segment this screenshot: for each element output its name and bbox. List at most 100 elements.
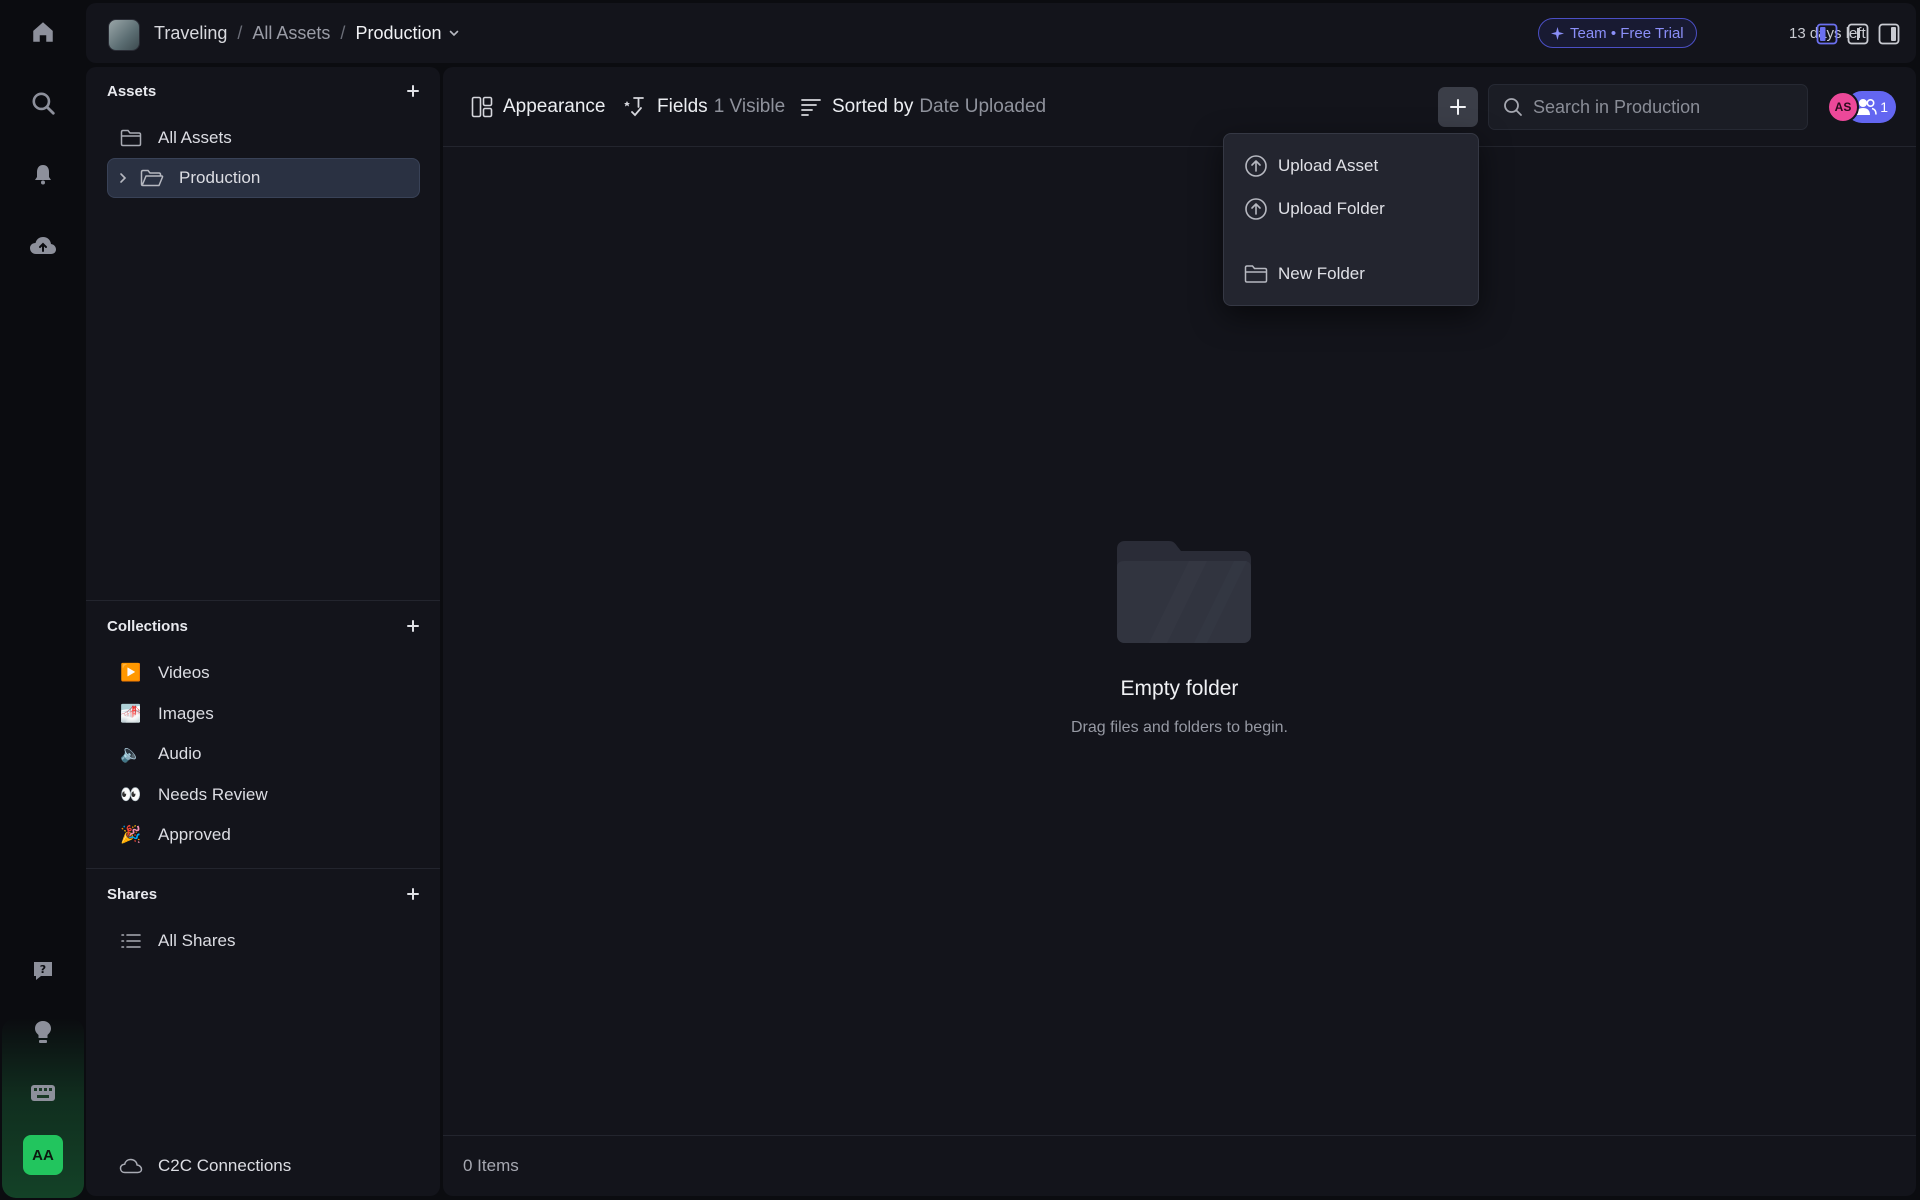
sidebar-item-label: Needs Review <box>158 785 268 804</box>
keyboard-icon[interactable] <box>23 1073 63 1113</box>
empty-state-subtitle: Drag files and folders to begin. <box>1070 719 1288 736</box>
sidebar-item-production[interactable]: Production <box>107 158 420 198</box>
fields-icon <box>624 97 644 117</box>
sidebar-item-videos[interactable]: ▶️ Videos <box>107 653 420 693</box>
sidebar-item-c2c-connections[interactable]: C2C Connections <box>107 1146 420 1186</box>
upload-circle-icon <box>1245 155 1267 177</box>
sidebar-item-label: Audio <box>158 744 202 763</box>
layout-left-panel-icon[interactable] <box>1816 23 1838 45</box>
chevron-right-icon[interactable] <box>118 172 132 184</box>
plus-icon <box>1450 99 1466 115</box>
layout-right-panel-icon[interactable] <box>1878 23 1900 45</box>
home-icon[interactable] <box>23 12 63 52</box>
breadcrumb: Traveling / All Assets / Production <box>154 3 460 63</box>
breadcrumb-separator: / <box>340 22 346 43</box>
section-divider <box>86 868 440 869</box>
cloud-icon <box>119 1154 143 1178</box>
bell-icon[interactable] <box>23 154 63 194</box>
image-icon: 🌁 <box>120 704 142 723</box>
sidebar-item-label: Videos <box>158 663 210 682</box>
assets-section-header: Assets <box>107 79 424 103</box>
sparkle-icon <box>1551 26 1564 40</box>
menu-item-upload-asset[interactable]: Upload Asset <box>1244 151 1378 181</box>
collections-section-title: Collections <box>107 617 188 635</box>
chevron-down-icon <box>449 30 458 37</box>
menu-item-upload-folder[interactable]: Upload Folder <box>1244 194 1385 224</box>
main-panel: Appearance Fields 1 Visible Sorted by Da… <box>443 67 1916 1196</box>
menu-item-new-folder[interactable]: New Folder <box>1244 259 1365 289</box>
folder-icon <box>119 126 143 150</box>
appearance-button[interactable]: Appearance <box>471 67 605 147</box>
add-new-dropdown-menu: Upload Asset Upload Folder New Folder <box>1223 133 1479 306</box>
appearance-label: Appearance <box>503 96 606 117</box>
menu-item-label: New Folder <box>1278 264 1365 283</box>
status-footer: 0 Items <box>443 1135 1916 1196</box>
speaker-icon: 🔈 <box>120 744 142 763</box>
layout-grid-icon <box>471 96 493 118</box>
lightbulb-icon[interactable] <box>23 1012 63 1052</box>
project-thumbnail[interactable] <box>108 19 140 51</box>
add-asset-button[interactable] <box>402 80 424 102</box>
trial-badge-label: Team • Free Trial <box>1570 24 1684 42</box>
breadcrumb-current-label: Production <box>355 22 442 43</box>
section-divider <box>86 600 440 601</box>
svg-text:?: ? <box>40 963 46 976</box>
eyes-icon: 👀 <box>120 785 142 804</box>
sidebar-item-label: All Assets <box>158 128 232 147</box>
top-bar: Traveling / All Assets / Production Team… <box>86 3 1916 63</box>
menu-item-label: Upload Folder <box>1278 199 1385 218</box>
party-popper-icon: 🎉 <box>120 825 142 844</box>
menu-item-label: Upload Asset <box>1278 156 1379 175</box>
members-count: 1 <box>1880 99 1888 115</box>
folder-icon <box>1244 265 1268 283</box>
user-avatar[interactable]: AA <box>23 1135 63 1175</box>
fields-label: Fields <box>657 96 708 117</box>
toolbar: Appearance Fields 1 Visible Sorted by Da… <box>443 67 1916 147</box>
sort-button[interactable]: Sorted by Date Uploaded <box>800 67 1046 147</box>
sorted-by-value: Date Uploaded <box>919 96 1047 117</box>
plus-icon <box>407 620 419 632</box>
sidebar-item-images[interactable]: 🌁 Images <box>107 694 420 734</box>
breadcrumb-separator: / <box>237 22 243 43</box>
search-icon[interactable] <box>23 83 63 123</box>
add-collection-button[interactable] <box>402 615 424 637</box>
sidebar-item-label: Approved <box>158 825 231 844</box>
shares-section-header: Shares <box>107 882 424 906</box>
search-input[interactable] <box>1533 96 1783 118</box>
folder-open-icon <box>140 166 164 190</box>
fields-button[interactable]: Fields 1 Visible <box>623 67 785 147</box>
collections-section-header: Collections <box>107 614 424 638</box>
plus-icon <box>407 888 419 900</box>
sidebar-item-all-shares[interactable]: All Shares <box>107 921 420 961</box>
sidebar: Assets All Assets Production Collections… <box>86 67 440 1196</box>
video-play-icon: ▶️ <box>120 663 142 682</box>
breadcrumb-project[interactable]: Traveling <box>154 23 227 44</box>
left-rail: ? AA <box>0 0 86 1200</box>
breadcrumb-current[interactable]: Production <box>355 23 459 44</box>
item-count: 0 Items <box>463 1156 519 1175</box>
sidebar-item-all-assets[interactable]: All Assets <box>107 118 420 158</box>
fields-count: 1 Visible <box>713 96 786 117</box>
help-icon[interactable]: ? <box>23 951 63 991</box>
sidebar-item-label: Images <box>158 704 214 723</box>
add-share-button[interactable] <box>402 883 424 905</box>
trial-badge[interactable]: Team • Free Trial <box>1538 18 1697 48</box>
search-icon <box>1504 98 1522 116</box>
add-new-button[interactable] <box>1438 87 1478 127</box>
sidebar-item-label: C2C Connections <box>158 1156 292 1175</box>
layout-center-panel-icon[interactable] <box>1847 23 1869 45</box>
sidebar-item-label: Production <box>179 168 261 187</box>
sidebar-item-approved[interactable]: 🎉 Approved <box>107 815 420 855</box>
sidebar-item-audio[interactable]: 🔈 Audio <box>107 734 420 774</box>
shares-section-title: Shares <box>107 885 158 903</box>
user-avatar-as[interactable]: AS <box>1827 91 1859 123</box>
sort-lines-icon <box>801 99 821 116</box>
cloud-upload-icon[interactable] <box>23 226 63 266</box>
search-box[interactable] <box>1488 84 1808 130</box>
empty-folder-illustration <box>1117 541 1251 643</box>
empty-state-title: Empty folder <box>1120 677 1239 700</box>
breadcrumb-all-assets[interactable]: All Assets <box>252 23 330 44</box>
sidebar-item-needs-review[interactable]: 👀 Needs Review <box>107 775 420 815</box>
sorted-by-label: Sorted by <box>832 96 914 117</box>
assets-section-title: Assets <box>107 82 157 100</box>
